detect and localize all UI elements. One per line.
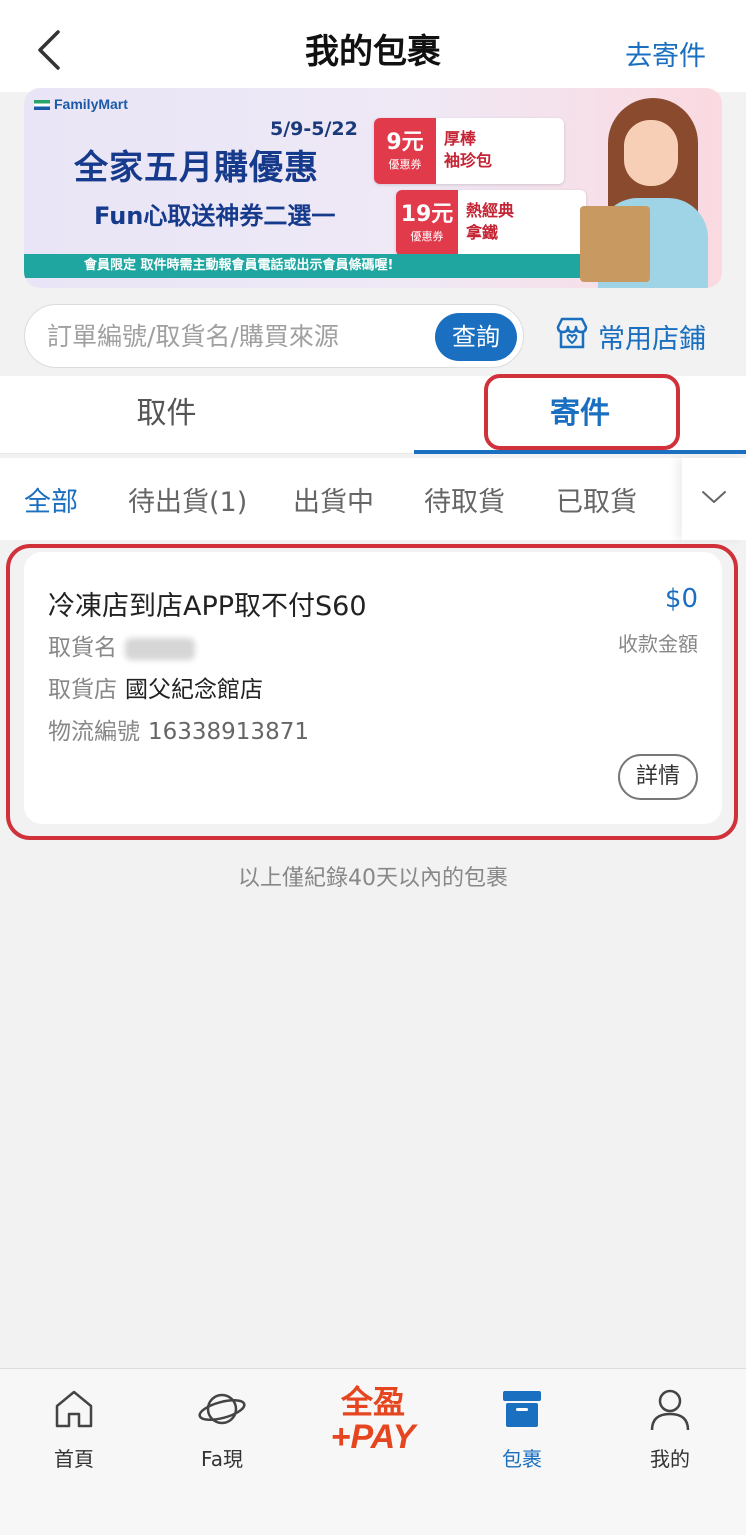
promo-dates: 5/9-5/22 bbox=[270, 118, 358, 140]
planet-icon bbox=[172, 1381, 272, 1437]
status-filters: 全部 待出貨(1) 出貨中 待取貨 已取貨 bbox=[0, 458, 746, 540]
highlight-frame-package-card bbox=[6, 544, 738, 840]
nav-home-label: 首頁 bbox=[54, 1447, 94, 1471]
search-button[interactable]: 查詢 bbox=[435, 313, 517, 361]
promo-subline: Fun心取送神券二選一 bbox=[94, 202, 336, 230]
filter-shipping[interactable]: 出貨中 bbox=[293, 480, 374, 519]
favorite-store-label: 常用店鋪 bbox=[598, 323, 706, 355]
nav-me[interactable]: 我的 bbox=[620, 1381, 720, 1472]
coupon-item: 厚棒 袖珍包 bbox=[444, 129, 493, 170]
header: 我的包裹 去寄件 bbox=[0, 0, 746, 92]
highlight-frame-send-tab bbox=[484, 374, 680, 450]
tab-pickup[interactable]: 取件 bbox=[0, 376, 333, 454]
coupon-card: 9元 優惠券 厚棒 袖珍包 bbox=[374, 118, 564, 184]
bottom-nav: 首頁 Fa現 全盈 +PAY 包裹 我的 bbox=[0, 1368, 746, 1535]
footer-note: 以上僅紀錄40天以內的包裹 bbox=[238, 866, 508, 891]
coupon-amount: 9元 優惠券 bbox=[374, 118, 436, 184]
nav-fa-label: Fa現 bbox=[201, 1447, 243, 1471]
filter-expand-button[interactable] bbox=[682, 458, 746, 540]
search-box: 查詢 bbox=[24, 304, 524, 368]
chevron-down-icon bbox=[701, 489, 727, 509]
familymart-logo: FamilyMart bbox=[34, 96, 128, 112]
home-icon bbox=[24, 1381, 124, 1437]
coupon-card: 19元 優惠券 熱經典 拿鐵 bbox=[396, 190, 586, 256]
coupon-amount: 19元 優惠券 bbox=[396, 190, 458, 256]
nav-parcel[interactable]: 包裹 bbox=[472, 1381, 572, 1472]
pay-button[interactable]: 全盈 +PAY bbox=[308, 1385, 438, 1465]
store-icon bbox=[554, 315, 590, 358]
filter-pending-shipment[interactable]: 待出貨(1) bbox=[128, 480, 247, 519]
go-send-link[interactable]: 去寄件 bbox=[625, 34, 706, 73]
coupon-item: 熱經典 拿鐵 bbox=[466, 201, 515, 242]
filter-awaiting-pickup[interactable]: 待取貨 bbox=[424, 480, 505, 519]
parcel-box-icon bbox=[472, 1381, 572, 1437]
filter-all[interactable]: 全部 bbox=[24, 480, 78, 519]
pay-logo-line1: 全盈 bbox=[340, 1383, 405, 1421]
active-tab-indicator bbox=[414, 450, 746, 454]
user-icon bbox=[620, 1381, 720, 1437]
nav-fa[interactable]: Fa現 bbox=[172, 1381, 272, 1472]
search-input[interactable] bbox=[47, 305, 427, 367]
promo-illustration bbox=[580, 98, 708, 288]
promo-strip: 會員限定 取件時需主動報會員電話或出示會員條碼喔! bbox=[24, 254, 614, 278]
pay-logo-line2: +PAY bbox=[330, 1418, 416, 1456]
nav-parcel-label: 包裹 bbox=[502, 1447, 542, 1471]
nav-home[interactable]: 首頁 bbox=[24, 1381, 124, 1472]
favorite-store-button[interactable]: 常用店鋪 bbox=[554, 316, 706, 356]
filter-picked-up[interactable]: 已取貨 bbox=[556, 480, 637, 519]
promo-banner[interactable]: FamilyMart 5/9-5/22 全家五月購優惠 Fun心取送神券二選一 … bbox=[24, 88, 722, 288]
promo-headline: 全家五月購優惠 bbox=[74, 148, 319, 188]
nav-me-label: 我的 bbox=[650, 1447, 690, 1471]
